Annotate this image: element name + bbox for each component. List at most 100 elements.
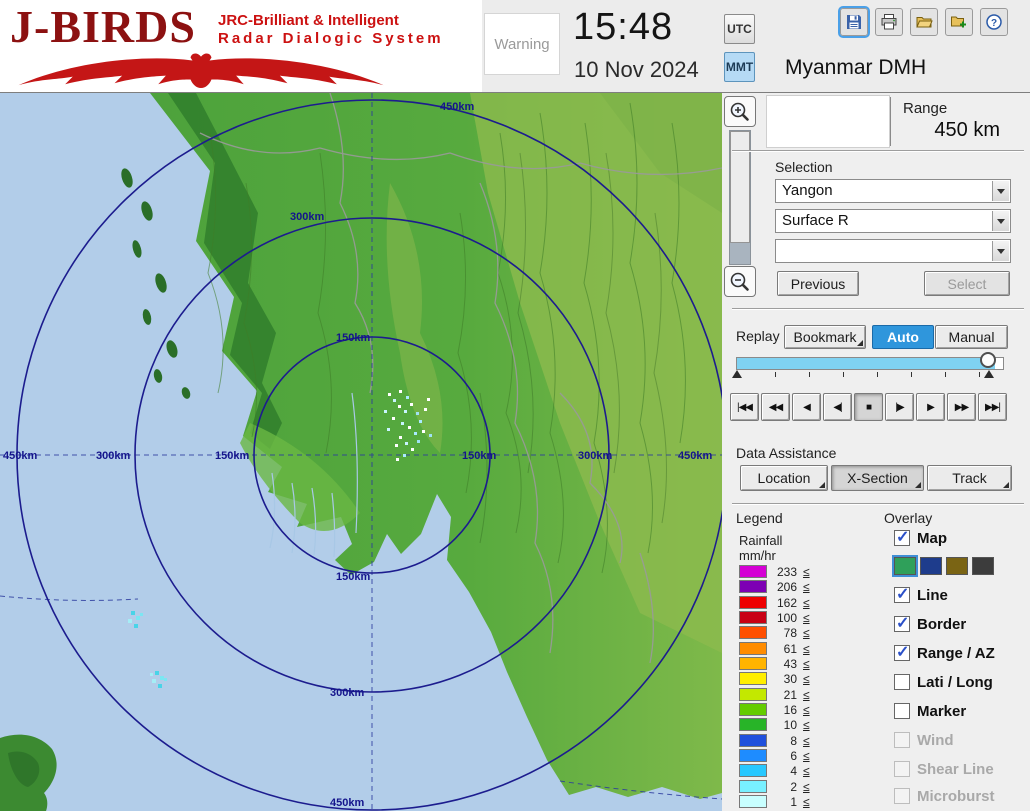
- zoom-slider-thumb[interactable]: [730, 131, 750, 243]
- overlay-item-border[interactable]: Border: [894, 615, 1026, 635]
- dropdown-button[interactable]: [992, 241, 1009, 261]
- print-button[interactable]: [875, 8, 903, 36]
- step-forward-button[interactable]: |▶: [885, 393, 914, 421]
- checkbox-icon[interactable]: [894, 703, 910, 719]
- play-reverse-button[interactable]: ◀: [792, 393, 821, 421]
- import-data-button[interactable]: [945, 8, 973, 36]
- legend-value: 8: [771, 734, 797, 748]
- checkbox-icon[interactable]: [894, 616, 910, 632]
- mmt-button[interactable]: MMT: [724, 52, 755, 82]
- chevron-down-icon: [997, 219, 1005, 224]
- dropdown-button[interactable]: [992, 211, 1009, 231]
- dropdown-button[interactable]: [992, 181, 1009, 201]
- legend-row: 16≤: [737, 703, 867, 717]
- checkbox-icon[interactable]: [894, 761, 910, 777]
- checkbox-icon[interactable]: [894, 587, 910, 603]
- product-dropdown[interactable]: Surface R: [775, 209, 1011, 233]
- site-dropdown[interactable]: Yangon: [775, 179, 1011, 203]
- fast-forward-button[interactable]: ▶▶: [947, 393, 976, 421]
- manual-mode-button[interactable]: Manual: [935, 325, 1008, 349]
- dropdown-corner-icon: [857, 340, 863, 346]
- radar-map-display[interactable]: 150km 300km 450km 150km 300km 450km 150k…: [0, 93, 722, 811]
- save-button[interactable]: [840, 8, 868, 36]
- overlay-item-map[interactable]: Map: [894, 529, 1026, 549]
- skip-to-end-button[interactable]: ▶▶|: [978, 393, 1007, 421]
- map-style-swatch-green[interactable]: [894, 557, 916, 575]
- separator: [732, 503, 1024, 505]
- map-style-swatch-gray[interactable]: [972, 557, 994, 575]
- checkbox-icon[interactable]: [894, 788, 910, 804]
- overlay-item-lati-long[interactable]: Lati / Long: [894, 673, 1026, 693]
- xsection-button[interactable]: X-Section: [831, 465, 924, 491]
- radar-map[interactable]: 150km 300km 450km 150km 300km 450km 150k…: [0, 93, 722, 811]
- timeline-start-marker[interactable]: [732, 370, 742, 378]
- extra-dropdown[interactable]: [775, 239, 1011, 263]
- utc-button[interactable]: UTC: [724, 14, 755, 44]
- overlay-item-wind[interactable]: Wind: [894, 731, 1026, 751]
- timeline-tick: [911, 372, 912, 377]
- legend-row: 6≤: [737, 749, 867, 763]
- play-button[interactable]: ▶: [916, 393, 945, 421]
- eagle-logo-icon: [6, 50, 396, 88]
- fast-rewind-button[interactable]: ◀◀: [761, 393, 790, 421]
- svg-text:?: ?: [991, 18, 997, 29]
- legend-suffix: ≤: [803, 780, 810, 794]
- bookmark-button[interactable]: Bookmark: [784, 325, 866, 349]
- control-panel: Range 450 km Selection Yangon Surface R …: [722, 93, 1030, 811]
- overlay-item-microburst[interactable]: Microburst: [894, 787, 1026, 807]
- legend-value: 233: [771, 565, 797, 579]
- zoom-in-button[interactable]: [724, 96, 756, 127]
- checkbox-icon[interactable]: [894, 530, 910, 546]
- legend-row: 30≤: [737, 672, 867, 686]
- legend-color-swatch: [739, 611, 767, 624]
- legend-color-swatch: [739, 718, 767, 731]
- step-back-button[interactable]: ◀|: [823, 393, 852, 421]
- legend-suffix: ≤: [803, 672, 810, 686]
- location-button[interactable]: Location: [740, 465, 828, 491]
- legend-value: 100: [771, 611, 797, 625]
- overlay-item-marker[interactable]: Marker: [894, 702, 1026, 722]
- skip-to-start-button[interactable]: |◀◀: [730, 393, 759, 421]
- replay-timeline-thumb[interactable]: [980, 352, 996, 368]
- auto-mode-button[interactable]: Auto: [872, 325, 934, 349]
- legend-row: 61≤: [737, 642, 867, 656]
- legend-suffix: ≤: [803, 764, 810, 778]
- timeline-tick: [843, 372, 844, 377]
- legend-row: 4≤: [737, 764, 867, 778]
- range-ring-label: 300km: [330, 687, 364, 699]
- overlay-item-label: Marker: [917, 703, 966, 720]
- select-button[interactable]: Select: [924, 271, 1010, 296]
- timeline-tick: [945, 372, 946, 377]
- location-button-label: Location: [758, 470, 811, 486]
- range-ring-label: 300km: [96, 450, 130, 462]
- open-folder-button[interactable]: [910, 8, 938, 36]
- legend-suffix: ≤: [803, 611, 810, 625]
- legend-color-swatch: [739, 596, 767, 609]
- legend-row: 43≤: [737, 657, 867, 671]
- timeline-end-marker[interactable]: [984, 370, 994, 378]
- magnifier-plus-icon: [729, 101, 751, 123]
- previous-button[interactable]: Previous: [777, 271, 859, 296]
- replay-timeline-track[interactable]: [736, 357, 1004, 370]
- range-divider: [890, 97, 891, 146]
- overlay-title: Overlay: [884, 510, 932, 526]
- zoom-out-button[interactable]: [724, 266, 756, 297]
- checkbox-icon[interactable]: [894, 674, 910, 690]
- legend-suffix: ≤: [803, 580, 810, 594]
- map-style-swatch-olive[interactable]: [946, 557, 968, 575]
- app-logo-title: J-BIRDS: [10, 0, 196, 53]
- checkbox-icon[interactable]: [894, 645, 910, 661]
- stop-button[interactable]: ■: [854, 393, 883, 421]
- range-ring-label: 150km: [336, 571, 370, 583]
- map-style-swatch-navy[interactable]: [920, 557, 942, 575]
- timeline-tick: [877, 372, 878, 377]
- overlay-item-range-az[interactable]: Range / AZ: [894, 644, 1026, 664]
- overlay-item-shear-line[interactable]: Shear Line: [894, 760, 1026, 780]
- help-button[interactable]: ?: [980, 8, 1008, 36]
- track-button[interactable]: Track: [927, 465, 1012, 491]
- legend-color-swatch: [739, 734, 767, 747]
- product-dropdown-value: Surface R: [782, 212, 849, 229]
- replay-label: Replay: [736, 328, 780, 344]
- checkbox-icon[interactable]: [894, 732, 910, 748]
- overlay-item-line[interactable]: Line: [894, 586, 1026, 606]
